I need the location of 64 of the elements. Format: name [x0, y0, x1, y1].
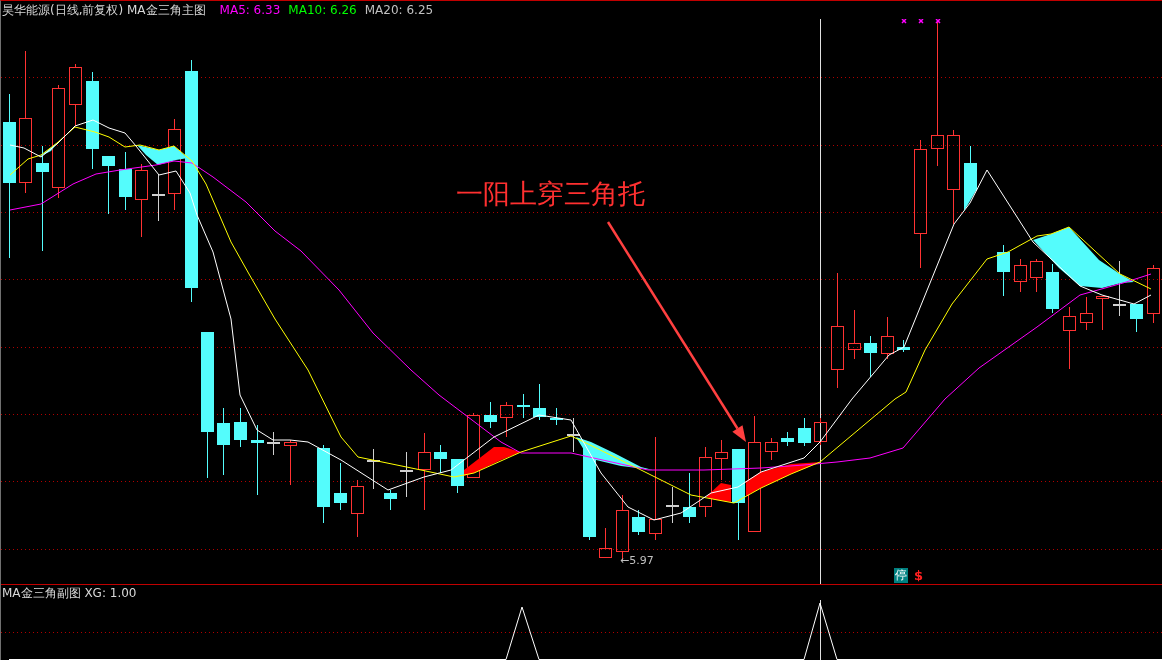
- annotation-text: 一阳上穿三角托: [456, 179, 645, 209]
- falling-candlestick: [897, 339, 910, 353]
- doji-candlestick: [567, 417, 580, 453]
- falling-candlestick: [451, 458, 464, 494]
- falling-candlestick: [964, 145, 977, 191]
- falling-candlestick: [1130, 303, 1143, 333]
- falling-candlestick: [533, 383, 546, 421]
- falling-candlestick: [234, 407, 247, 448]
- rising-candlestick: [765, 437, 778, 461]
- rising-candlestick: [699, 446, 712, 518]
- falling-candlestick: [517, 393, 530, 419]
- falling-candlestick: [997, 244, 1010, 297]
- falling-candlestick: [781, 431, 794, 447]
- low-price-label: ←5.97: [620, 554, 654, 567]
- crossover-area: [964, 189, 977, 211]
- crossover-area: [706, 483, 731, 502]
- stop-tag: 停: [894, 568, 908, 583]
- falling-candlestick: [434, 444, 447, 474]
- rising-candlestick: [848, 309, 861, 360]
- rising-candlestick: [500, 401, 513, 438]
- rising-candlestick: [69, 63, 82, 127]
- indicator-value: MA10: 6.26: [288, 3, 357, 17]
- rising-candlestick: [814, 417, 827, 446]
- signal-mark: $: [914, 568, 924, 583]
- rising-candlestick: [351, 479, 364, 538]
- falling-candlestick: [217, 407, 230, 476]
- rising-candlestick: [1147, 264, 1160, 324]
- falling-candlestick: [334, 462, 347, 511]
- rising-candlestick: [1080, 296, 1093, 331]
- rising-candlestick: [1096, 295, 1109, 331]
- doji-candlestick: [400, 451, 413, 498]
- marker-icon: [901, 19, 907, 24]
- indicator-value: MA20: 6.25: [364, 3, 434, 17]
- falling-candlestick: [683, 472, 696, 524]
- rising-candlestick: [467, 412, 480, 479]
- indicator-value: MA5: 6.33: [219, 3, 281, 17]
- doji-candlestick: [267, 431, 280, 456]
- falling-candlestick: [798, 417, 811, 447]
- falling-candlestick: [119, 151, 132, 211]
- crossover-area: [464, 447, 521, 476]
- falling-candlestick: [550, 407, 563, 426]
- rising-candlestick: [881, 316, 894, 360]
- rising-candlestick: [1063, 306, 1076, 370]
- falling-candlestick: [251, 424, 264, 496]
- falling-candlestick: [864, 335, 877, 378]
- doji-candlestick: [367, 448, 380, 490]
- doji-candlestick: [666, 486, 679, 524]
- chart-title: 昊华能源(日线,前复权) MA金三角主图: [2, 3, 206, 17]
- falling-candlestick: [1046, 263, 1059, 314]
- falling-candlestick: [484, 401, 497, 429]
- marker-icon: [918, 19, 924, 24]
- crosshair-line: [820, 600, 821, 660]
- subchart-title: MA金三角副图 XG: 1.00: [2, 585, 137, 600]
- rising-candlestick: [284, 439, 297, 486]
- crossover-area: [137, 145, 188, 165]
- rising-candlestick: [715, 439, 728, 481]
- marker-icon: [935, 19, 941, 24]
- falling-candlestick: [384, 489, 397, 511]
- falling-candlestick: [632, 509, 645, 536]
- doji-candlestick: [152, 173, 165, 222]
- falling-candlestick: [102, 155, 115, 215]
- rising-candlestick: [1014, 258, 1027, 293]
- rising-candlestick: [599, 527, 612, 559]
- rising-candlestick: [1030, 258, 1043, 293]
